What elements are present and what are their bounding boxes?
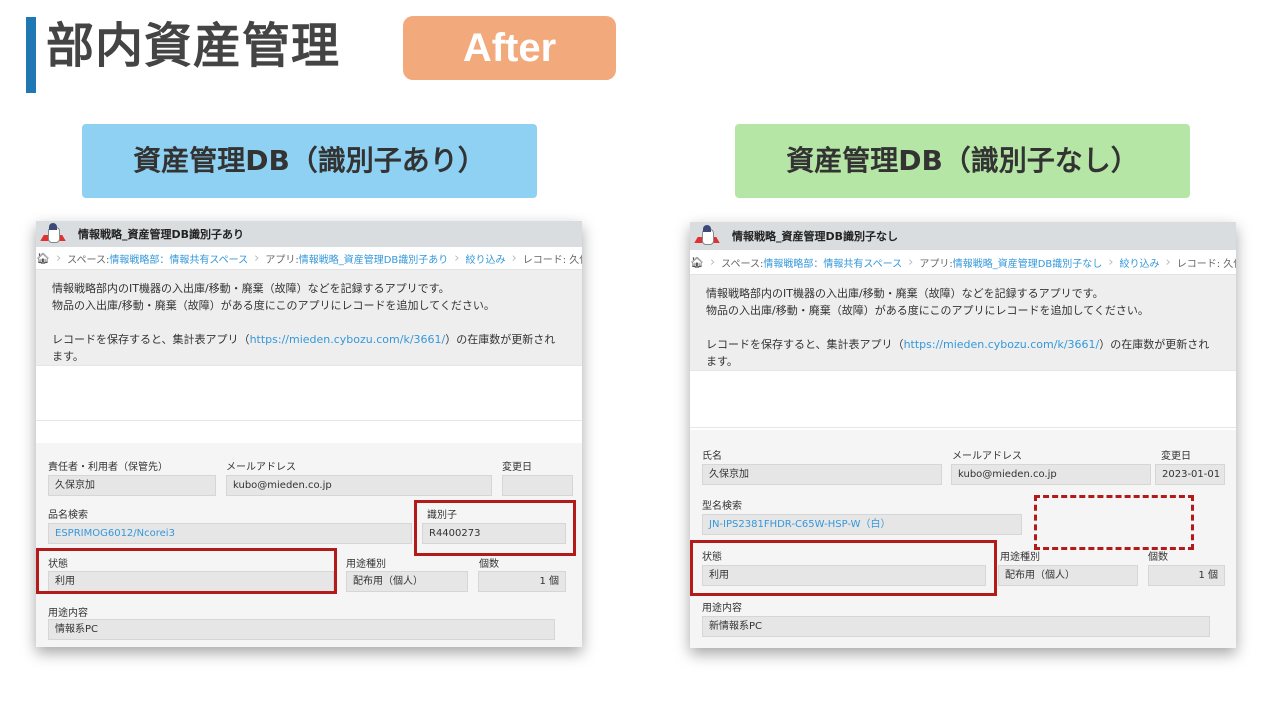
home-icon[interactable]: 🏠︎: [690, 256, 704, 269]
rocket-icon: [694, 225, 720, 247]
crumb-filter-link[interactable]: 絞り込み: [466, 251, 506, 266]
model-search-label: 型名検索: [702, 501, 742, 512]
email-field[interactable]: kubo@mieden.co.jp: [951, 464, 1151, 485]
crumb-record: レコード: 久保京加: [522, 254, 582, 266]
crumb-filter-link[interactable]: 絞り込み: [1120, 255, 1160, 270]
crumb-app-prefix: アプリ:: [265, 254, 299, 266]
crumb-app-link[interactable]: 情報戦略_資産管理DB識別子あり: [299, 251, 449, 266]
chevron-right-icon: ›: [254, 250, 260, 266]
app-header: 情報戦略_資産管理DB識別子あり: [36, 221, 582, 247]
breadcrumb: 🏠︎ › スペース: 情報戦略部：情報共有スペース › アプリ: 情報戦略_資産…: [690, 250, 1236, 275]
email-label: メールアドレス: [226, 462, 296, 473]
owner-label: 責任者・利用者（保管先）: [48, 462, 168, 473]
chevron-right-icon: ›: [511, 250, 517, 266]
date-field[interactable]: 2023-01-01: [1155, 464, 1225, 485]
desc-line-1: 情報戦略部内のIT機器の入出庫/移動・廃棄（故障）などを記録するアプリです。: [52, 282, 450, 295]
aggregate-app-link[interactable]: https://mieden.cybozu.com/k/3661/: [904, 338, 1100, 351]
app-description: 情報戦略部内のIT機器の入出庫/移動・廃棄（故障）などを記録するアプリです。 物…: [690, 275, 1236, 370]
desc-line-1: 情報戦略部内のIT機器の入出庫/移動・廃棄（故障）などを記録するアプリです。: [706, 287, 1104, 300]
chevron-right-icon: ›: [709, 254, 716, 270]
product-search-field[interactable]: ESPRIMOG6012/Ncorei3: [48, 523, 412, 544]
name-label: 氏名: [702, 451, 722, 462]
email-field[interactable]: kubo@mieden.co.jp: [226, 475, 492, 496]
email-label: メールアドレス: [952, 451, 1022, 462]
rocket-icon: [40, 223, 66, 245]
desc-line-2: 物品の入出庫/移動・廃棄（故障）がある度にこのアプリにレコードを追加してください…: [706, 304, 1149, 317]
usage-type-label: 用途種別: [346, 559, 386, 570]
left-panel-label: 資産管理DB（識別子あり）: [82, 124, 537, 198]
desc-line-3-pre: レコードを保存すると、集計表アプリ（: [52, 333, 250, 346]
model-search-field[interactable]: JN-IPS2381FHDR-C65W-HSP-W（白）: [702, 514, 1022, 535]
desc-line-2: 物品の入出庫/移動・廃棄（故障）がある度にこのアプリにレコードを追加してください…: [52, 299, 495, 312]
count-field[interactable]: 1 個: [1148, 565, 1225, 586]
breadcrumb: 🏠︎ › スペース: 情報戦略部：情報共有スペース › アプリ: 情報戦略_資産…: [36, 247, 582, 270]
blank-area: [36, 365, 582, 421]
name-field[interactable]: 久保京加: [702, 464, 942, 485]
owner-field[interactable]: 久保京加: [48, 475, 216, 496]
status-highlight-box: [36, 548, 337, 594]
desc-line-3: レコードを保存すると、集計表アプリ（https://mieden.cybozu.…: [706, 336, 1220, 370]
date-field[interactable]: [502, 475, 573, 496]
usage-type-field[interactable]: 配布用（個人）: [998, 565, 1138, 586]
desc-line-3-pre: レコードを保存すると、集計表アプリ（: [706, 338, 904, 351]
chevron-right-icon: ›: [55, 250, 62, 266]
chevron-right-icon: ›: [1165, 254, 1171, 270]
usage-type-label: 用途種別: [1000, 552, 1040, 563]
app-name: 情報戦略_資産管理DB識別子なし: [732, 230, 899, 243]
count-label: 個数: [1148, 552, 1168, 563]
page-title: 部内資産管理: [46, 18, 341, 74]
after-badge: After: [403, 16, 616, 80]
missing-identifier-dashed-box: [1034, 495, 1194, 550]
product-search-label: 品名検索: [48, 510, 88, 521]
usage-field[interactable]: 情報系PC: [48, 619, 555, 640]
identifier-highlight-box: [414, 500, 576, 556]
app-description: 情報戦略部内のIT機器の入出庫/移動・廃棄（故障）などを記録するアプリです。 物…: [36, 270, 582, 365]
desc-line-3: レコードを保存すると、集計表アプリ（https://mieden.cybozu.…: [52, 331, 566, 365]
usage-field[interactable]: 新情報系PC: [702, 616, 1210, 637]
usage-label: 用途内容: [48, 608, 88, 619]
date-label: 変更日: [502, 462, 532, 473]
count-label: 個数: [479, 559, 499, 570]
crumb-space-prefix: スペース:: [721, 258, 764, 270]
crumb-app-link[interactable]: 情報戦略_資産管理DB識別子なし: [953, 255, 1103, 270]
usage-type-field[interactable]: 配布用（個人）: [346, 571, 468, 592]
home-icon[interactable]: 🏠︎: [36, 252, 50, 265]
chevron-right-icon: ›: [454, 250, 460, 266]
date-label: 変更日: [1161, 451, 1191, 462]
app-header: 情報戦略_資産管理DB識別子なし: [690, 222, 1236, 250]
right-panel-label: 資産管理DB（識別子なし）: [735, 124, 1190, 198]
crumb-record: レコード: 久保京加: [1176, 258, 1236, 270]
crumb-space-prefix: スペース:: [67, 254, 110, 266]
crumb-space-link[interactable]: 情報戦略部：情報共有スペース: [763, 255, 902, 270]
app-name: 情報戦略_資産管理DB識別子あり: [78, 228, 245, 241]
aggregate-app-link[interactable]: https://mieden.cybozu.com/k/3661/: [250, 333, 446, 346]
chevron-right-icon: ›: [908, 254, 914, 270]
crumb-space-link[interactable]: 情報戦略部：情報共有スペース: [109, 251, 248, 266]
status-highlight-box: [690, 540, 997, 596]
blank-area: [690, 370, 1236, 428]
title-accent-bar: [26, 17, 36, 93]
crumb-app-prefix: アプリ:: [919, 258, 953, 270]
chevron-right-icon: ›: [1108, 254, 1114, 270]
count-field[interactable]: 1 個: [478, 571, 566, 592]
usage-label: 用途内容: [702, 603, 742, 614]
